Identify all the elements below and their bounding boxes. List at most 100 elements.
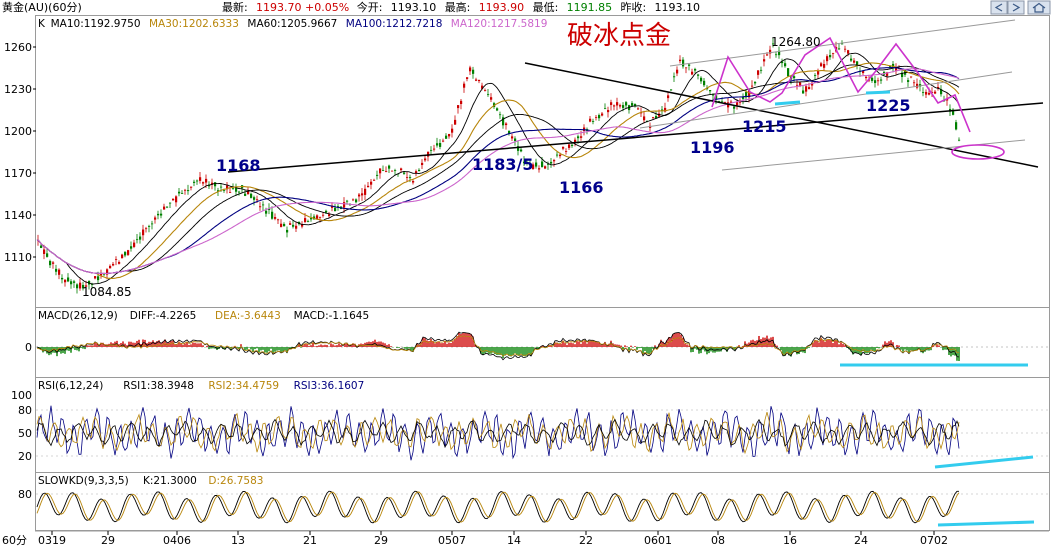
candle-down — [880, 79, 883, 81]
price-y-tick: 1140 — [4, 209, 32, 222]
candle-up — [805, 86, 808, 92]
legend-item: MA120:1217.5819 — [451, 18, 548, 30]
candle-down — [160, 213, 163, 216]
candle-down — [535, 162, 538, 167]
quote-label: 今开: — [357, 0, 383, 14]
candle-up — [808, 87, 811, 90]
candle-up — [676, 69, 679, 74]
x-tick-label: 0702 — [920, 534, 948, 547]
candle-up — [121, 254, 124, 259]
legend-item: RSI(6,12,24) — [38, 380, 103, 392]
candle-up — [928, 92, 931, 95]
legend-item: SLOWKD(9,3,3,5) — [38, 475, 129, 487]
candle-down — [802, 90, 805, 94]
candle-down — [622, 105, 625, 108]
x-tick-label: 0319 — [38, 534, 66, 547]
legend-item: K:21.3000 — [143, 475, 197, 487]
candle-up — [580, 136, 583, 138]
candle-down — [355, 199, 358, 203]
candle-up — [343, 202, 346, 208]
home-button[interactable] — [1027, 0, 1051, 15]
legend-item: RSI1:38.3948 — [123, 380, 194, 392]
quote-label: 最新: — [222, 0, 248, 14]
candle-down — [244, 193, 247, 196]
candle-down — [514, 138, 517, 142]
candle-down — [187, 190, 190, 192]
candle-up — [385, 171, 388, 172]
candle-up — [202, 182, 205, 184]
quote-value: 1191.85 — [567, 1, 613, 14]
candle-up — [460, 100, 463, 105]
left-arrow-button[interactable] — [990, 0, 1008, 15]
candle-down — [148, 225, 151, 227]
candle-up — [691, 71, 694, 75]
candle-down — [874, 80, 877, 84]
x-axis-period: 60分 — [2, 534, 27, 547]
x-tick-label: 13 — [231, 534, 245, 547]
candle-down — [178, 191, 181, 194]
watermark-title: 破冰点金 — [567, 21, 671, 51]
candle-down — [136, 239, 139, 241]
candle-up — [796, 84, 799, 86]
candle-down — [760, 69, 763, 71]
candle-up — [934, 91, 937, 94]
rsi-y-tick: 100 — [11, 389, 32, 402]
candle-down — [130, 246, 133, 249]
candle-down — [712, 94, 715, 96]
candle-up — [601, 113, 604, 116]
legend-item: MA100:1212.7218 — [346, 18, 443, 30]
candle-up — [823, 64, 826, 68]
candle-down — [55, 268, 58, 272]
candle-up — [133, 242, 136, 247]
candle-up — [490, 97, 493, 100]
candle-up — [463, 83, 466, 88]
quote-label: 最低: — [533, 1, 559, 14]
candle-down — [487, 94, 490, 95]
candle-up — [475, 79, 478, 81]
candle-down — [430, 149, 433, 151]
legend-item: DIFF:-4.2265 — [130, 310, 197, 322]
price-y-tick: 1260 — [4, 41, 32, 54]
candle-up — [316, 215, 319, 219]
x-tick-label: 08 — [711, 534, 725, 547]
candle-down — [388, 165, 391, 169]
candle-up — [448, 133, 451, 137]
candle-down — [556, 154, 559, 156]
candle-down — [181, 192, 184, 194]
candle-up — [352, 199, 355, 201]
candle-up — [289, 223, 292, 225]
candle-down — [700, 77, 703, 82]
candle-up — [469, 67, 472, 72]
x-tick-label: 0601 — [644, 534, 672, 547]
candle-up — [361, 193, 364, 196]
candle-down — [157, 213, 160, 216]
label-1225: 1225 — [866, 96, 911, 115]
legend-item: RSI2:34.4759 — [208, 380, 279, 392]
candle-up — [910, 76, 913, 78]
label-1168: 1168 — [216, 156, 261, 175]
candle-down — [382, 170, 385, 172]
candle-up — [190, 186, 193, 188]
chart-root: 黄金(AU)(60分) 最新: 1193.70 +0.05% 今开: 1193.10 最… — [0, 0, 1055, 548]
candle-up — [304, 218, 307, 223]
candle-down — [286, 229, 289, 233]
candle-up — [853, 60, 856, 63]
candle-up — [118, 261, 121, 264]
candle-down — [439, 142, 442, 147]
candle-down — [220, 186, 223, 188]
candle-up — [421, 162, 424, 166]
right-arrow-button[interactable] — [1007, 0, 1025, 15]
x-tick-label: 24 — [854, 534, 868, 547]
candle-down — [754, 82, 757, 84]
candle-down — [250, 193, 253, 198]
candle-up — [538, 168, 541, 170]
candle-down — [577, 136, 580, 139]
candle-down — [265, 210, 268, 214]
candle-up — [127, 250, 130, 255]
kd-y-tick: 80 — [18, 488, 32, 501]
candle-up — [685, 67, 688, 69]
candle-down — [688, 64, 691, 66]
candle-down — [850, 58, 853, 61]
candle-down — [307, 221, 310, 223]
candle-up — [553, 160, 556, 162]
